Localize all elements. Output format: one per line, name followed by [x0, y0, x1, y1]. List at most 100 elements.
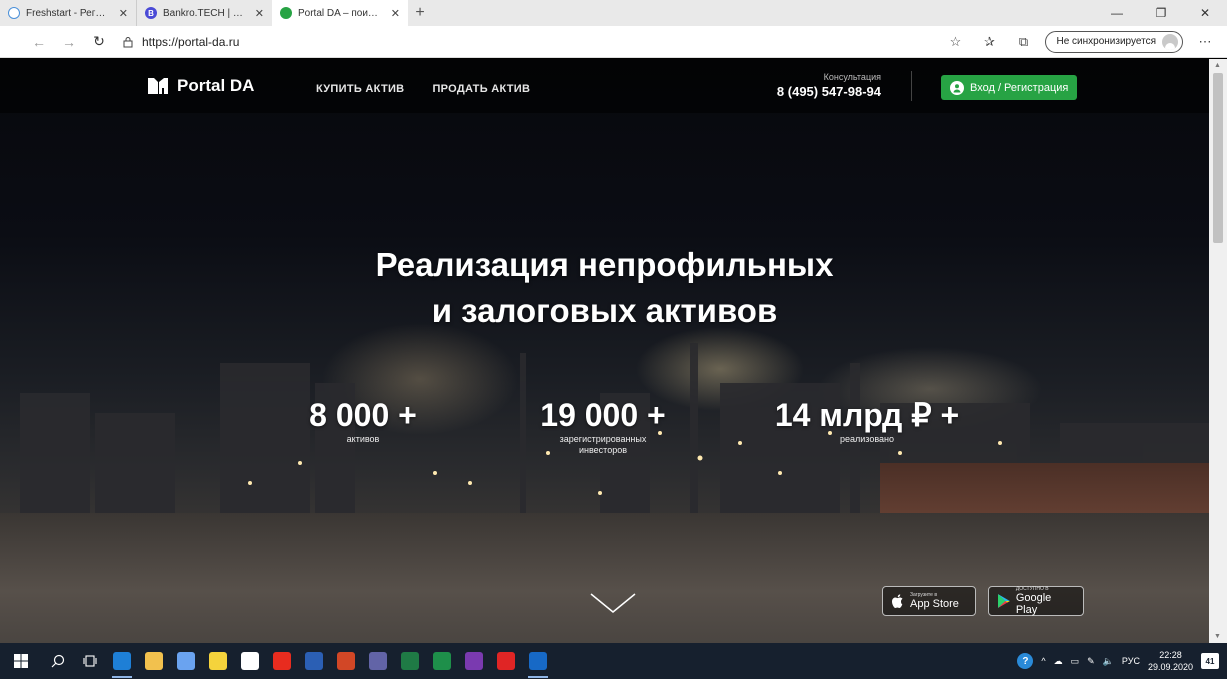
stat-caption: зарегистрированных	[559, 434, 647, 444]
stat-caption: реализовано	[840, 434, 894, 444]
browser-tab-portal-da[interactable]: Portal DA – поиск и размещени ✕	[272, 0, 408, 26]
address-bar: ← → ↻ https://portal-da.ru ☆ ✰ ⧉ Не синх…	[0, 26, 1227, 58]
web-page: Portal DA КУПИТЬ АКТИВ ПРОДАТЬ АКТИВ Кон…	[0, 59, 1209, 643]
minimize-button[interactable]: —	[1095, 0, 1139, 26]
task-view-icon[interactable]	[74, 643, 106, 679]
phone-number-link[interactable]: 8 (495) 547-98-94	[777, 84, 881, 99]
refresh-button[interactable]: ↻	[84, 26, 114, 58]
tab-title: Bankro.TECH | Единая система п	[163, 7, 245, 19]
notification-count: 41	[1205, 656, 1215, 666]
close-tab-icon[interactable]: ✕	[391, 7, 400, 20]
google-play-button[interactable]: ДОСТУПНО В Google Play	[988, 586, 1084, 616]
window-controls: — ❐ ✕	[1095, 0, 1227, 26]
scrollbar-thumb[interactable]	[1213, 73, 1223, 243]
freshstart-favicon-icon	[8, 7, 20, 19]
volume-icon[interactable]: 🔈	[1103, 656, 1114, 667]
search-icon[interactable]	[42, 643, 74, 679]
url-text: https://portal-da.ru	[142, 34, 240, 49]
nav-sell-asset[interactable]: ПРОДАТЬ АКТИВ	[432, 83, 530, 95]
show-hidden-icons-icon[interactable]: ^	[1041, 656, 1045, 666]
windows-taskbar: ? ^ ☁ ▭ ✎ 🔈 РУС 22:28 29.09.2020 41	[0, 643, 1227, 679]
portal-da-favicon-icon	[280, 7, 292, 19]
app-store-text: App Store	[910, 598, 959, 610]
powerpoint-icon	[337, 652, 355, 670]
help-icon[interactable]: ?	[1017, 653, 1034, 669]
taskbar-powerpoint-button[interactable]	[330, 643, 362, 679]
site-header: Portal DA КУПИТЬ АКТИВ ПРОДАТЬ АКТИВ Кон…	[0, 59, 1209, 113]
scroll-down-icon[interactable]: ▼	[1214, 633, 1222, 640]
explorer-icon	[145, 652, 163, 670]
more-menu-icon[interactable]: ⋯	[1193, 30, 1217, 54]
clock-date: 29.09.2020	[1147, 662, 1193, 672]
taskbar-teams-button[interactable]	[362, 643, 394, 679]
back-button[interactable]: ←	[24, 26, 54, 58]
onedrive-icon[interactable]: ☁	[1054, 656, 1063, 667]
tab-title: Freshstart - Регистрация нового	[26, 7, 109, 19]
excel-icon	[401, 652, 419, 670]
teams-icon	[369, 652, 387, 670]
close-tab-icon[interactable]: ✕	[255, 7, 264, 20]
scroll-up-icon[interactable]: ▲	[1214, 62, 1222, 69]
new-tab-button[interactable]: +	[408, 0, 432, 26]
user-icon	[950, 80, 964, 95]
url-field[interactable]: https://portal-da.ru	[122, 35, 943, 49]
taskbar-excel-button[interactable]	[394, 643, 426, 679]
close-window-button[interactable]: ✕	[1183, 0, 1227, 26]
bankro-favicon-icon: B	[145, 7, 157, 19]
site-logo[interactable]: Portal DA	[147, 76, 254, 96]
main-nav: КУПИТЬ АКТИВ ПРОДАТЬ АКТИВ	[316, 83, 530, 95]
taskbar-acrobat-button[interactable]	[490, 643, 522, 679]
taskbar-outlook-button[interactable]	[522, 643, 554, 679]
stat-caption: активов	[346, 434, 380, 444]
tab-title: Portal DA – поиск и размещени	[298, 7, 381, 19]
stat-value: 8 000 +	[309, 397, 417, 433]
consultation-block: Консультация 8 (495) 547-98-94	[777, 72, 881, 99]
clock[interactable]: 22:28 29.09.2020	[1148, 649, 1193, 673]
sync-status-button[interactable]: Не синхронизируется	[1045, 30, 1183, 53]
stat-value: 19 000 +	[540, 397, 666, 433]
taskbar-winamp-button[interactable]	[202, 643, 234, 679]
language-indicator[interactable]: РУС	[1122, 656, 1140, 666]
taskbar-apps	[106, 643, 554, 679]
pen-icon[interactable]: ✎	[1087, 656, 1095, 667]
logo-text: Portal DA	[177, 76, 255, 95]
hero-title-line2: и залоговых активов	[431, 292, 778, 329]
forward-button[interactable]: →	[54, 26, 84, 58]
system-tray: ? ^ ☁ ▭ ✎ 🔈 РУС 22:28 29.09.2020 41	[1017, 643, 1219, 679]
taskbar-skype-business-button[interactable]	[426, 643, 458, 679]
taskbar-edge-button[interactable]	[106, 643, 138, 679]
close-tab-icon[interactable]: ✕	[119, 7, 128, 20]
browser-tab-freshstart[interactable]: Freshstart - Регистрация нового ✕	[0, 0, 136, 26]
word-icon	[305, 652, 323, 670]
page-scrollbar[interactable]: ▲ ▼	[1209, 59, 1227, 643]
winamp-icon	[209, 652, 227, 670]
stat-assets: 8 000 + активов	[283, 396, 443, 445]
taskbar-yandex-button[interactable]	[266, 643, 298, 679]
screen: Freshstart - Регистрация нового ✕ B Bank…	[0, 0, 1227, 679]
taskbar-word-button[interactable]	[298, 643, 330, 679]
scroll-down-chevron-icon[interactable]	[589, 592, 637, 614]
browser-tab-bankro[interactable]: B Bankro.TECH | Единая система п ✕	[136, 0, 272, 26]
login-register-button[interactable]: Вход / Регистрация	[941, 75, 1078, 100]
app-store-button[interactable]: Загрузите в App Store	[882, 586, 976, 616]
start-button[interactable]	[0, 643, 42, 679]
taskbar-yandex-browser-button[interactable]	[234, 643, 266, 679]
stat-investors: 19 000 + зарегистрированных инвесторов	[523, 396, 683, 456]
sync-label: Не синхронизируется	[1056, 36, 1156, 47]
collections-icon[interactable]: ⧉	[1011, 30, 1035, 54]
nav-buy-asset[interactable]: КУПИТЬ АКТИВ	[316, 83, 404, 95]
edge-icon	[113, 652, 131, 670]
yandex-icon	[273, 652, 291, 670]
favorites-list-icon[interactable]: ✰	[977, 30, 1001, 54]
taskbar-explorer-button[interactable]	[138, 643, 170, 679]
notifications-icon[interactable]: 41	[1201, 653, 1219, 669]
consultation-label: Консультация	[823, 72, 881, 82]
onenote-icon	[465, 652, 483, 670]
acrobat-icon	[497, 652, 515, 670]
clock-time: 22:28	[1159, 650, 1182, 660]
taskbar-onenote-button[interactable]	[458, 643, 490, 679]
taskbar-dropbox-button[interactable]	[170, 643, 202, 679]
network-icon[interactable]: ▭	[1071, 656, 1080, 667]
maximize-button[interactable]: ❐	[1139, 0, 1183, 26]
favorite-star-icon[interactable]: ☆	[943, 30, 967, 54]
